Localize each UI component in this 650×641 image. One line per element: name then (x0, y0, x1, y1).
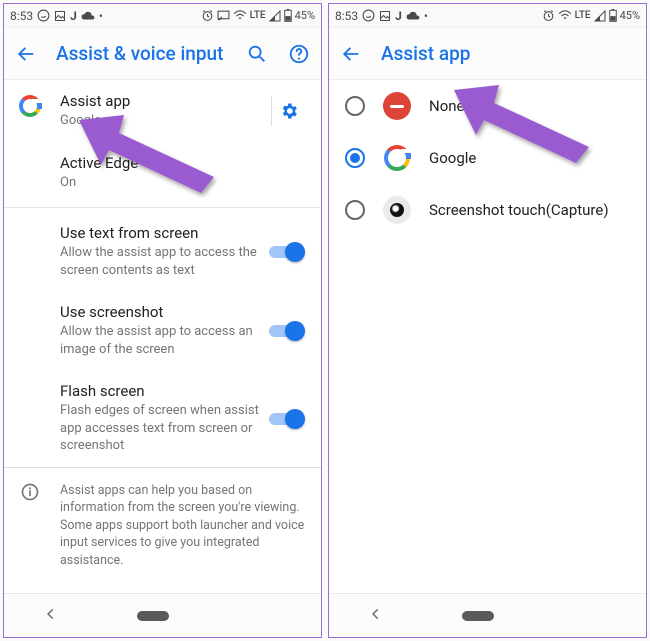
google-icon (383, 144, 411, 172)
status-time: 8:53 (10, 9, 33, 23)
info-icon (20, 482, 40, 508)
setting-use-text[interactable]: Use text from screen Allow the assist ap… (4, 212, 321, 291)
status-net: LTE (575, 10, 591, 21)
nav-back-icon[interactable] (369, 606, 383, 625)
info-text: Assist apps can help you based on inform… (4, 467, 321, 584)
nav-back-icon[interactable] (44, 606, 58, 625)
setting-active-edge[interactable]: Active Edge On (4, 142, 321, 204)
option-label: Screenshot touch(Capture) (429, 201, 609, 219)
cloud-icon (81, 11, 95, 21)
dot-icon: • (99, 9, 103, 23)
toggle-switch[interactable] (269, 409, 305, 429)
dot-icon: • (424, 9, 428, 23)
image-icon (54, 10, 66, 22)
search-icon[interactable] (245, 42, 269, 66)
cast-icon (217, 10, 230, 21)
setting-title: Active Edge (60, 154, 305, 172)
setting-title: Use text from screen (60, 224, 269, 242)
battery-icon (609, 9, 617, 22)
page-title: Assist & voice input (56, 42, 227, 65)
content-area: Assist app Google Active Edge On Use tex… (4, 80, 321, 593)
toggle-switch[interactable] (269, 242, 305, 262)
back-icon[interactable] (14, 42, 38, 66)
alarm-icon (201, 9, 214, 22)
setting-title: Flash screen (60, 382, 269, 400)
phone-right: 8:53 J • LTE 45% Assist app None G (328, 3, 647, 638)
option-label: None (429, 97, 465, 115)
wifi-icon (233, 10, 247, 21)
back-icon[interactable] (339, 42, 363, 66)
google-icon (18, 94, 42, 118)
setting-desc: Allow the assist app to access an image … (60, 323, 269, 358)
battery-icon (284, 9, 292, 22)
setting-value: Google (60, 112, 271, 130)
whatsapp-icon (362, 9, 375, 22)
radio-button[interactable] (345, 96, 365, 116)
help-icon[interactable] (287, 42, 311, 66)
signal-icon (594, 10, 606, 22)
status-time: 8:53 (335, 9, 358, 23)
divider (4, 207, 321, 208)
page-title: Assist app (381, 42, 636, 65)
wifi-icon (558, 10, 572, 21)
image-icon (379, 10, 391, 22)
music-icon: J (395, 9, 402, 23)
option-google[interactable]: Google (329, 132, 646, 184)
status-battery: 45% (295, 9, 315, 22)
nav-bar (4, 593, 321, 637)
toggle-switch[interactable] (269, 321, 305, 341)
setting-flash-screen[interactable]: Flash screen Flash edges of screen when … (4, 370, 321, 467)
gear-icon[interactable] (271, 96, 305, 126)
alarm-icon (542, 9, 555, 22)
info-message: Assist apps can help you based on inform… (60, 483, 304, 568)
option-screenshot-touch[interactable]: Screenshot touch(Capture) (329, 184, 646, 236)
status-battery: 45% (620, 9, 640, 22)
setting-title: Use screenshot (60, 303, 269, 321)
option-none[interactable]: None (329, 80, 646, 132)
nav-home-pill[interactable] (137, 611, 169, 621)
signal-icon (269, 10, 281, 22)
status-bar: 8:53 J • LTE 45% (4, 4, 321, 28)
setting-use-screenshot[interactable]: Use screenshot Allow the assist app to a… (4, 291, 321, 370)
status-bar: 8:53 J • LTE 45% (329, 4, 646, 28)
setting-desc: Flash edges of screen when assist app ac… (60, 402, 269, 455)
status-net: LTE (250, 10, 266, 21)
content-area: None Google Screenshot touch(Capture) (329, 80, 646, 593)
app-bar: Assist app (329, 28, 646, 80)
none-icon (383, 92, 411, 120)
setting-desc: Allow the assist app to access the scree… (60, 244, 269, 279)
radio-button[interactable] (345, 148, 365, 168)
phone-left: 8:53 J • LTE 45% Assist & voice input As… (3, 3, 322, 638)
music-icon: J (70, 9, 77, 23)
cloud-icon (406, 11, 420, 21)
radio-button[interactable] (345, 200, 365, 220)
option-label: Google (429, 149, 476, 167)
nav-home-pill[interactable] (462, 611, 494, 621)
setting-title: Assist app (60, 92, 271, 110)
screenshot-touch-icon (383, 196, 411, 224)
whatsapp-icon (37, 9, 50, 22)
app-bar: Assist & voice input (4, 28, 321, 80)
nav-bar (329, 593, 646, 637)
setting-assist-app[interactable]: Assist app Google (4, 80, 321, 142)
setting-value: On (60, 174, 305, 192)
